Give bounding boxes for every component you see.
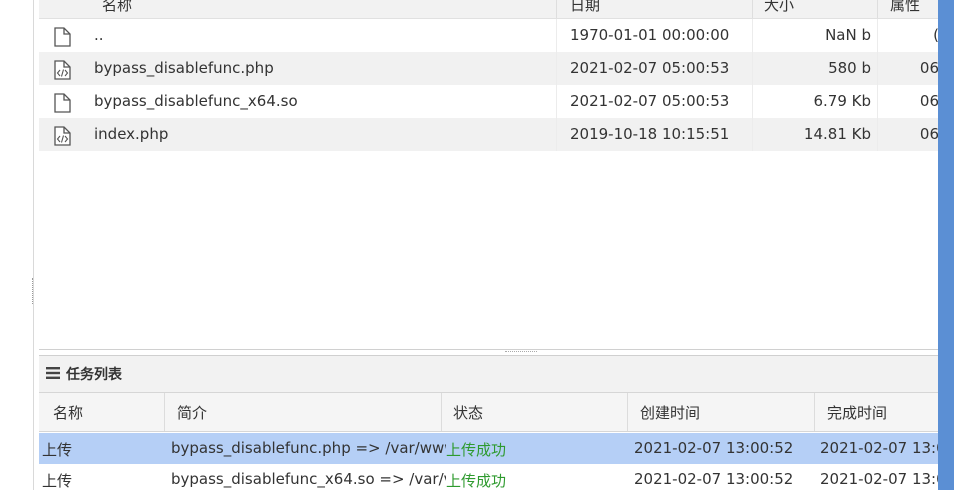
file-row[interactable]: bypass_disablefunc_x64.so 2021-02-07 05:… bbox=[39, 85, 938, 118]
task-status: 上传成功 bbox=[446, 472, 507, 490]
task-created: 2021-02-07 13:00:52 bbox=[634, 470, 794, 488]
task-desc: bypass_disablefunc_x64.so => /var/v bbox=[171, 470, 446, 488]
column-header-created[interactable]: 创建时间 bbox=[640, 402, 700, 423]
file-date: 2021-02-07 05:00:53 bbox=[570, 92, 730, 110]
column-header-name[interactable]: 名称 bbox=[53, 402, 83, 423]
file-name: index.php bbox=[94, 125, 169, 143]
file-attr: 06 bbox=[919, 125, 938, 143]
code-file-icon bbox=[54, 126, 71, 146]
task-status: 上传成功 bbox=[446, 441, 507, 459]
file-name: .. bbox=[94, 26, 104, 44]
task-name: 上传 bbox=[42, 441, 73, 459]
task-table-header: 名称 简介 状态 创建时间 完成时间 bbox=[39, 393, 938, 432]
column-divider bbox=[814, 393, 815, 431]
file-size: 14.81 Kb bbox=[803, 125, 871, 143]
column-divider bbox=[877, 52, 878, 85]
column-header-name[interactable]: 名称 bbox=[102, 0, 132, 15]
file-size: NaN b bbox=[825, 26, 871, 44]
column-divider bbox=[877, 19, 878, 52]
code-file-icon bbox=[54, 60, 71, 80]
file-size: 6.79 Kb bbox=[813, 92, 871, 110]
task-created: 2021-02-07 13:00:52 bbox=[634, 439, 794, 457]
column-header-date[interactable]: 日期 bbox=[570, 0, 600, 15]
file-row-parent[interactable]: .. 1970-01-01 00:00:00 NaN b ( bbox=[39, 19, 938, 52]
file-attr: 06 bbox=[919, 92, 938, 110]
file-date: 2019-10-18 10:15:51 bbox=[570, 125, 730, 143]
column-divider bbox=[556, 52, 557, 85]
column-header-size[interactable]: 大小 bbox=[764, 0, 794, 15]
column-divider bbox=[877, 85, 878, 118]
column-header-status[interactable]: 状态 bbox=[453, 402, 483, 423]
task-desc: bypass_disablefunc.php => /var/www bbox=[171, 439, 446, 457]
task-finished: 2021-02-07 13:0 bbox=[820, 439, 938, 457]
column-header-desc[interactable]: 简介 bbox=[177, 402, 207, 423]
file-icon bbox=[54, 27, 71, 47]
task-panel-title: 任务列表 bbox=[66, 367, 122, 383]
file-icon bbox=[54, 93, 71, 113]
file-table-header: 名称 日期 大小 属性 bbox=[39, 0, 938, 19]
file-date: 1970-01-01 00:00:00 bbox=[570, 26, 730, 44]
list-icon bbox=[46, 367, 60, 379]
task-list-panel: 任务列表 名称 简介 状态 创建时间 完成时间 上传 bypass_disabl… bbox=[39, 355, 938, 491]
file-attr: 06 bbox=[919, 59, 938, 77]
column-divider bbox=[556, 19, 557, 52]
column-divider bbox=[556, 85, 557, 118]
column-divider bbox=[441, 393, 442, 431]
column-divider bbox=[752, 0, 753, 18]
column-divider bbox=[556, 118, 557, 151]
file-row[interactable]: bypass_disablefunc.php 2021-02-07 05:00:… bbox=[39, 52, 938, 85]
right-edge-accent bbox=[938, 0, 954, 490]
task-name: 上传 bbox=[42, 472, 73, 490]
column-divider bbox=[877, 118, 878, 151]
resize-grip[interactable] bbox=[32, 278, 35, 304]
file-attr: ( bbox=[897, 26, 938, 44]
task-row[interactable]: 上传 bypass_disablefunc.php => /var/www 上传… bbox=[39, 433, 938, 464]
file-row[interactable]: index.php 2019-10-18 10:15:51 14.81 Kb 0… bbox=[39, 118, 938, 151]
column-divider bbox=[877, 0, 878, 18]
column-divider bbox=[627, 393, 628, 431]
file-name: bypass_disablefunc.php bbox=[94, 59, 274, 77]
column-divider bbox=[164, 393, 165, 431]
task-row[interactable]: 上传 bypass_disablefunc_x64.so => /var/v 上… bbox=[39, 464, 938, 495]
column-header-attr[interactable]: 属性 bbox=[890, 0, 920, 15]
file-list-panel: 名称 日期 大小 属性 .. 1970-01-01 00:00:00 NaN b… bbox=[39, 0, 938, 350]
task-finished: 2021-02-07 13:0 bbox=[820, 470, 938, 488]
column-divider bbox=[556, 0, 557, 18]
panel-splitter[interactable] bbox=[505, 351, 537, 354]
file-name: bypass_disablefunc_x64.so bbox=[94, 92, 298, 110]
file-date: 2021-02-07 05:00:53 bbox=[570, 59, 730, 77]
file-size: 580 b bbox=[828, 59, 871, 77]
left-sidebar-edge bbox=[0, 0, 34, 490]
task-panel-title-bar: 任务列表 bbox=[39, 356, 938, 393]
column-header-finished[interactable]: 完成时间 bbox=[827, 402, 887, 423]
